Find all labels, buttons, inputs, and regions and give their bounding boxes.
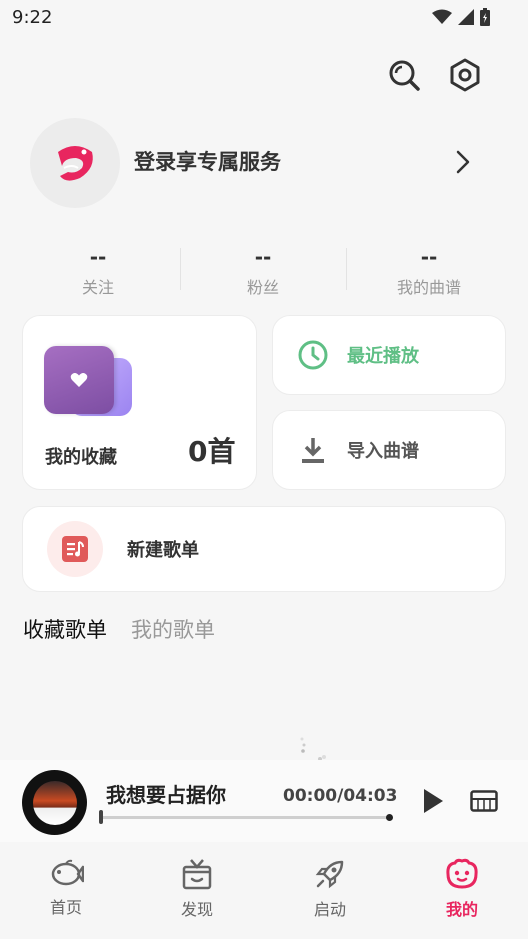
app-fish-logo: [58, 146, 93, 181]
stat-fans[interactable]: -- 粉丝: [183, 244, 343, 298]
fish-icon: [51, 859, 84, 886]
stat-my-scores[interactable]: -- 我的曲谱: [349, 244, 509, 298]
recent-play-card[interactable]: 最近播放: [272, 315, 506, 395]
nav-mine-label: 我的: [445, 900, 478, 919]
album-disc[interactable]: [22, 770, 87, 835]
stat-label: 我的曲谱: [396, 278, 461, 297]
download-icon: [302, 438, 324, 463]
stat-value: --: [254, 245, 272, 269]
login-prompt[interactable]: 登录享专属服务: [134, 146, 281, 176]
new-playlist-icon-bg: [47, 521, 103, 577]
progress-end-dot: [386, 814, 393, 821]
stat-value: --: [89, 245, 107, 269]
divider: [346, 248, 347, 290]
clock-icon: [298, 340, 328, 370]
nav-mine[interactable]: 我的: [422, 858, 502, 920]
favorites-cover: [44, 346, 114, 414]
smiley-icon: [446, 858, 478, 889]
search-button[interactable]: [387, 58, 421, 92]
search-icon: [389, 60, 420, 91]
song-title[interactable]: 我想要占据你: [106, 779, 226, 808]
stat-value: --: [420, 245, 438, 269]
heart-icon: [70, 373, 88, 387]
piano-icon: [470, 790, 498, 812]
playlist-add-icon: [62, 536, 88, 562]
nav-discover[interactable]: 发现: [157, 858, 237, 920]
piano-button[interactable]: [470, 790, 498, 816]
play-icon: [424, 789, 443, 813]
favorites-label: 我的收藏: [45, 447, 117, 468]
nav-launch[interactable]: 启动: [290, 858, 370, 920]
nav-discover-label: 发现: [180, 900, 213, 919]
nav-launch-label: 启动: [313, 900, 346, 919]
stat-following[interactable]: -- 关注: [18, 244, 178, 298]
chevron-right-icon[interactable]: [456, 150, 470, 178]
stat-label: 粉丝: [246, 278, 279, 297]
settings-button[interactable]: [448, 58, 482, 92]
new-playlist-card[interactable]: 新建歌单: [22, 506, 506, 592]
album-art: [32, 780, 77, 825]
stat-label: 关注: [81, 278, 114, 297]
nav-home-label: 首页: [49, 898, 82, 917]
import-score-label: 导入曲谱: [347, 441, 419, 462]
progress-bar[interactable]: [101, 816, 390, 819]
settings-hex-icon: [450, 58, 480, 92]
import-score-card[interactable]: 导入曲谱: [272, 410, 506, 490]
signal-icon: [458, 9, 474, 25]
song-time: 00:00/04:03: [283, 786, 398, 806]
wifi-icon: [432, 9, 452, 24]
rocket-icon: [315, 860, 344, 889]
divider: [180, 248, 181, 290]
gift-box-icon: [182, 859, 212, 890]
tab-collected-playlists[interactable]: 收藏歌单: [23, 614, 107, 644]
login-avatar[interactable]: [30, 118, 120, 208]
status-icons: [432, 8, 490, 26]
status-time: 9:22: [12, 7, 53, 28]
tab-my-playlists[interactable]: 我的歌单: [131, 614, 215, 644]
play-button[interactable]: [422, 788, 444, 818]
battery-icon: [480, 8, 490, 26]
nav-home[interactable]: 首页: [26, 858, 106, 918]
favorites-count: 0首: [188, 435, 236, 468]
recent-play-label: 最近播放: [347, 346, 419, 367]
new-playlist-label: 新建歌单: [127, 540, 199, 561]
progress-handle[interactable]: [99, 810, 103, 824]
